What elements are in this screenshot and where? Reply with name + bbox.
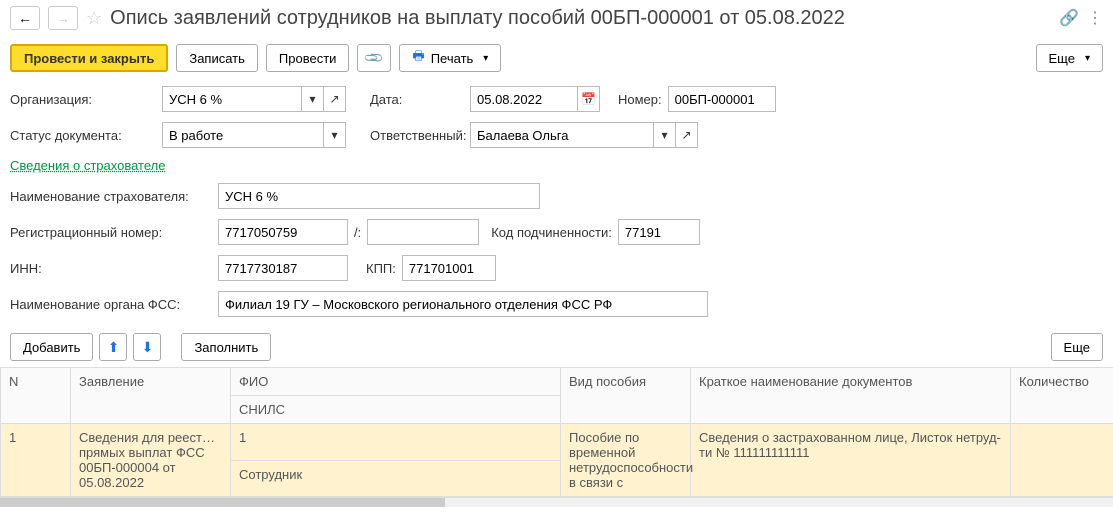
print-button[interactable]: 🖶 Печать (399, 44, 501, 72)
insurer-name-input[interactable] (218, 183, 540, 209)
cell-fio: 1 (231, 424, 561, 461)
sub-code-label: Код подчиненности: (491, 225, 612, 240)
open-icon[interactable]: ↗ (676, 122, 698, 148)
col-application[interactable]: Заявление (71, 368, 231, 424)
table-more-button[interactable]: Еще (1051, 333, 1103, 361)
move-up-button[interactable]: ⬆ (99, 333, 127, 361)
calendar-icon[interactable]: 📅 (578, 86, 600, 112)
col-n[interactable]: N (1, 368, 71, 424)
inn-label: ИНН: (10, 261, 212, 276)
fill-button[interactable]: Заполнить (181, 333, 271, 361)
responsible-label: Ответственный: (370, 128, 464, 143)
cell-application: Сведения для реест… прямых выплат ФСС 00… (71, 424, 231, 497)
favorite-star-icon[interactable]: ☆ (86, 8, 102, 29)
kpp-label: КПП: (366, 261, 396, 276)
attach-button[interactable]: 📎 (357, 44, 391, 72)
reg-number-input[interactable] (218, 219, 348, 245)
page-title: Опись заявлений сотрудников на выплату п… (110, 7, 1051, 30)
dropdown-icon[interactable]: ▾ (654, 122, 676, 148)
col-doc-short[interactable]: Краткое наименование документов (691, 368, 1011, 424)
reg-slash-label: /: (354, 225, 361, 240)
date-input[interactable] (470, 86, 578, 112)
open-icon[interactable]: ↗ (324, 86, 346, 112)
toolbar-more-button[interactable]: Еще (1036, 44, 1103, 72)
col-snils[interactable]: СНИЛС (231, 396, 561, 424)
move-down-button[interactable]: ⬇ (133, 333, 161, 361)
cell-snils: Сотрудник (231, 460, 561, 497)
table-row[interactable]: 1 Сведения для реест… прямых выплат ФСС … (1, 424, 1113, 461)
post-and-close-button[interactable]: Провести и закрыть (10, 44, 168, 72)
paperclip-icon: 📎 (363, 47, 386, 70)
cell-qty (1011, 424, 1113, 497)
attachment-link-icon[interactable]: 🔗 (1059, 8, 1079, 28)
responsible-input[interactable] (470, 122, 654, 148)
table-header-row: N Заявление ФИО Вид пособия Краткое наим… (1, 368, 1113, 396)
cell-doc-short: Сведения о застрахованном лице, Листок н… (691, 424, 1011, 497)
header-more-icon[interactable]: ⋮ (1087, 8, 1103, 28)
fss-input[interactable] (218, 291, 708, 317)
sub-code-input[interactable] (618, 219, 700, 245)
fss-label: Наименование органа ФСС: (10, 297, 212, 312)
dropdown-icon[interactable]: ▾ (302, 86, 324, 112)
scrollbar-thumb[interactable] (0, 498, 445, 507)
kpp-input[interactable] (402, 255, 496, 281)
status-input[interactable] (162, 122, 324, 148)
save-button[interactable]: Записать (176, 44, 258, 72)
org-input[interactable] (162, 86, 302, 112)
col-benefit-type[interactable]: Вид пособия (561, 368, 691, 424)
org-label: Организация: (10, 92, 156, 107)
nav-forward-button[interactable]: → (48, 6, 78, 30)
col-qty[interactable]: Количество (1011, 368, 1113, 424)
insurer-info-link[interactable]: Сведения о страхователе (10, 158, 165, 173)
insurer-name-label: Наименование страхователя: (10, 189, 212, 204)
add-row-button[interactable]: Добавить (10, 333, 93, 361)
number-input[interactable] (668, 86, 776, 112)
nav-back-button[interactable]: ← (10, 6, 40, 30)
cell-n: 1 (1, 424, 71, 497)
reg-number-label: Регистрационный номер: (10, 225, 212, 240)
printer-icon: 🖶 (412, 47, 424, 69)
date-label: Дата: (370, 92, 464, 107)
inn-input[interactable] (218, 255, 348, 281)
applications-table[interactable]: N Заявление ФИО Вид пособия Краткое наим… (0, 367, 1113, 497)
dropdown-icon[interactable]: ▾ (324, 122, 346, 148)
reg-number-ext-input[interactable] (367, 219, 479, 245)
post-button[interactable]: Провести (266, 44, 350, 72)
horizontal-scrollbar[interactable] (0, 497, 1113, 507)
col-fio[interactable]: ФИО (231, 368, 561, 396)
number-label: Номер: (618, 92, 662, 107)
print-label: Печать (431, 51, 474, 66)
cell-benefit-type: Пособие по временной нетрудоспособности … (561, 424, 691, 497)
status-label: Статус документа: (10, 128, 156, 143)
